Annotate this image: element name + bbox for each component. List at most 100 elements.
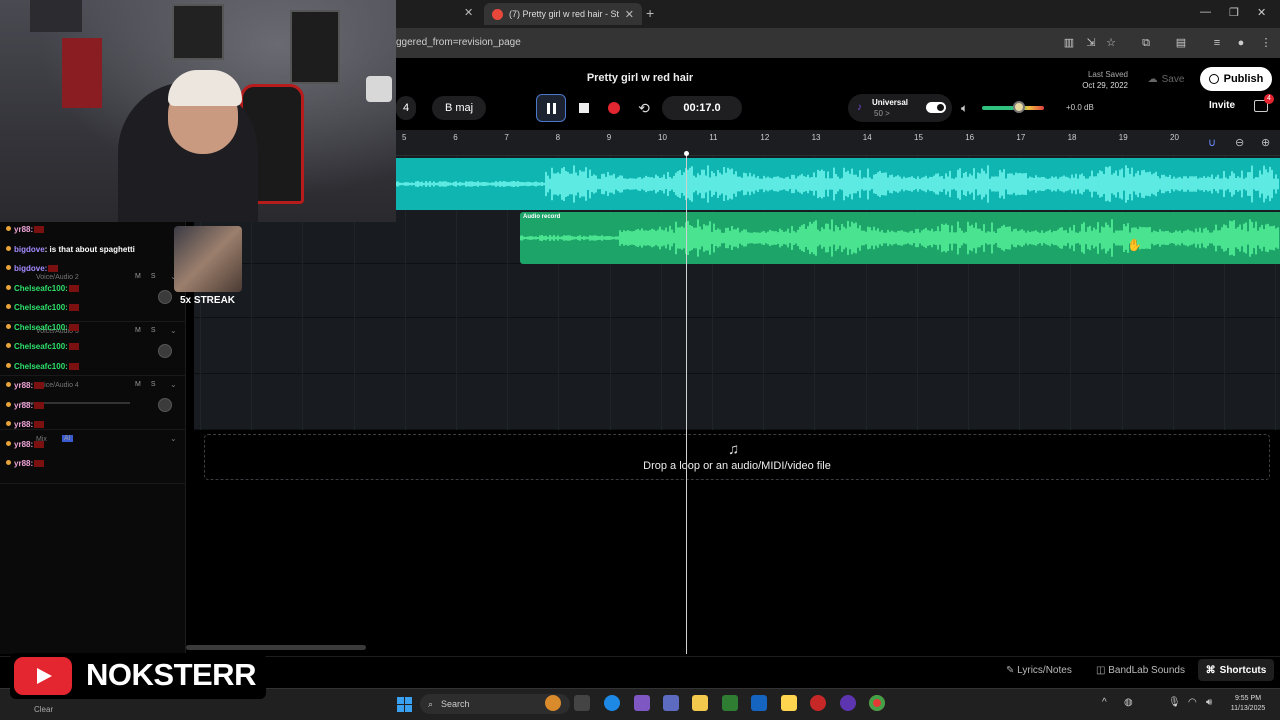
widget-icon[interactable] — [545, 695, 561, 711]
pause-button[interactable] — [536, 94, 566, 122]
menu-icon[interactable]: ⋮ — [1259, 36, 1273, 50]
app-icon[interactable] — [781, 695, 797, 711]
stop-button[interactable] — [569, 94, 599, 122]
audio-clip-1[interactable] — [396, 158, 1280, 210]
recording-app-icon[interactable] — [810, 695, 826, 711]
universal-toggle[interactable] — [926, 102, 946, 113]
tray-chevron-icon[interactable]: ^ — [1102, 697, 1107, 708]
timeline-ruler[interactable]: 5 6 7 8 9 10 11 12 13 14 15 16 17 18 19 20 — [396, 130, 1280, 156]
chat-username[interactable]: Chelseafc100: — [14, 342, 68, 351]
invite-button[interactable]: Invite — [1202, 100, 1242, 111]
chat-username[interactable]: Chelseafc100: — [14, 303, 68, 312]
song-title[interactable]: Pretty girl w red hair — [540, 72, 740, 84]
command-icon: ⌘ — [1205, 664, 1216, 676]
clock-time: 9:55 PM — [1234, 695, 1262, 702]
sidebar-icon[interactable]: ▤ — [1174, 36, 1188, 50]
playlist-icon[interactable]: ≡ — [1210, 36, 1224, 50]
ruler-tick-label: 6 — [453, 133, 458, 142]
chrome-icon[interactable] — [869, 695, 885, 711]
bookmark-star-icon[interactable]: ☆ — [1104, 36, 1118, 50]
chat-badge-icon — [6, 460, 11, 465]
close-tab-icon[interactable]: ✕ — [625, 8, 634, 21]
task-view-icon[interactable] — [574, 695, 590, 711]
save-label: Save — [1161, 73, 1185, 85]
chat-username[interactable]: Chelseafc100: — [14, 323, 68, 332]
chat-username[interactable]: yr88: — [14, 459, 33, 468]
transport-controls: ⟲ — [536, 94, 662, 122]
microphone-icon[interactable]: 🎙︎ — [1168, 697, 1181, 708]
playhead-handle[interactable] — [684, 151, 689, 156]
edge-icon[interactable] — [604, 695, 620, 711]
chat-username[interactable]: bigdove: — [14, 264, 47, 273]
wifi-icon[interactable]: ◠ — [1188, 697, 1197, 708]
tray-icon[interactable]: ◍ — [1124, 697, 1133, 708]
taskbar-clock[interactable]: 9:55 PM 11/13/2025 — [1226, 694, 1270, 714]
chat-emote-icon — [34, 382, 45, 389]
copilot-icon[interactable] — [634, 695, 650, 711]
chat-username[interactable]: Chelseafc100: — [14, 284, 68, 293]
chat-username[interactable]: yr88: — [14, 401, 33, 410]
chat-username[interactable]: bigdove — [14, 245, 45, 254]
weather-text[interactable]: Clear — [34, 705, 53, 714]
key-selector[interactable]: B maj — [432, 96, 486, 120]
record-button[interactable] — [599, 94, 629, 122]
profile-icon[interactable]: ● — [1234, 36, 1248, 50]
close-tab-icon[interactable]: ✕ — [464, 6, 473, 19]
last-saved-date: Oct 29, 2022 — [1082, 81, 1128, 90]
publish-button[interactable]: Publish — [1200, 67, 1272, 91]
snap-magnet-icon[interactable]: ∪ — [1208, 136, 1216, 149]
lyrics-notes-button[interactable]: ✎ Lyrics/Notes — [1006, 665, 1072, 676]
chat-message: Chelseafc100: — [6, 303, 79, 312]
audio-clip-record[interactable]: Audio record — [520, 212, 1280, 264]
chat-username[interactable]: yr88: — [14, 381, 33, 390]
tab-active[interactable]: (7) Pretty girl w red hair - St ✕ — [484, 3, 642, 25]
zoom-out-icon[interactable]: ⊖ — [1235, 136, 1244, 149]
chat-username[interactable]: yr88: — [14, 440, 33, 449]
loop-button[interactable]: ⟲ — [629, 94, 659, 122]
new-tab-icon[interactable]: + — [646, 5, 654, 21]
horizontal-scrollbar[interactable] — [186, 645, 366, 650]
chat-message: yr88: — [6, 459, 45, 468]
xbox-icon[interactable] — [722, 695, 738, 711]
teams-icon[interactable] — [663, 695, 679, 711]
install-app-icon[interactable]: ⇲ — [1084, 36, 1098, 50]
reader-icon[interactable]: ▥ — [1062, 36, 1076, 50]
ruler-tick-label: 9 — [606, 133, 612, 142]
streak-avatar — [174, 226, 242, 292]
ruler-tick-label: 20 — [1170, 133, 1179, 142]
universal-tuner[interactable]: ♪ Universal 50 > — [848, 94, 952, 122]
playhead[interactable] — [686, 154, 687, 654]
chat-emote-icon — [48, 265, 59, 272]
chat-badge-icon — [6, 362, 11, 368]
chat-username[interactable]: yr88: — [14, 225, 33, 234]
shortcuts-button[interactable]: ⌘ Shortcuts — [1198, 659, 1274, 681]
file-explorer-icon[interactable] — [692, 695, 708, 711]
chat-username[interactable]: Chelseafc100: — [14, 362, 68, 371]
volume-tray-icon[interactable]: 🔊︎ — [1206, 697, 1212, 708]
publish-label: Publish — [1223, 73, 1264, 85]
bandlab-sounds-button[interactable]: ◫ BandLab Sounds — [1096, 665, 1185, 676]
lane-4[interactable] — [194, 318, 1280, 374]
search-icon: ⌕ — [428, 698, 434, 709]
ruler-tick-label: 11 — [709, 133, 718, 142]
windows-start-icon[interactable] — [397, 697, 412, 712]
url-text[interactable]: ggered_from=revision_page — [396, 37, 521, 48]
waveform-2 — [520, 219, 1279, 257]
restore-icon[interactable]: ❐ — [1229, 6, 1239, 19]
lane-5[interactable] — [194, 374, 1280, 430]
minimize-icon[interactable]: — — [1200, 6, 1211, 18]
extensions-icon[interactable]: ⧉ — [1139, 36, 1153, 50]
close-window-icon[interactable]: ✕ — [1257, 6, 1266, 19]
lane-3[interactable] — [194, 264, 1280, 318]
chat-username[interactable]: yr88: — [14, 420, 33, 429]
waveform-1 — [396, 165, 1279, 203]
store-icon[interactable] — [751, 695, 767, 711]
ruler-tick-label: 14 — [862, 133, 872, 142]
zoom-in-icon[interactable]: ⊕ — [1261, 136, 1270, 149]
time-display[interactable]: 00:17.0 — [662, 96, 742, 120]
save-button[interactable]: ☁ Save — [1138, 70, 1194, 88]
speaker-icon[interactable]: 🔈︎ — [961, 101, 968, 116]
bar-field[interactable]: 4 — [396, 96, 416, 120]
obs-icon[interactable] — [840, 695, 856, 711]
last-saved-label: Last Saved — [1087, 70, 1128, 79]
